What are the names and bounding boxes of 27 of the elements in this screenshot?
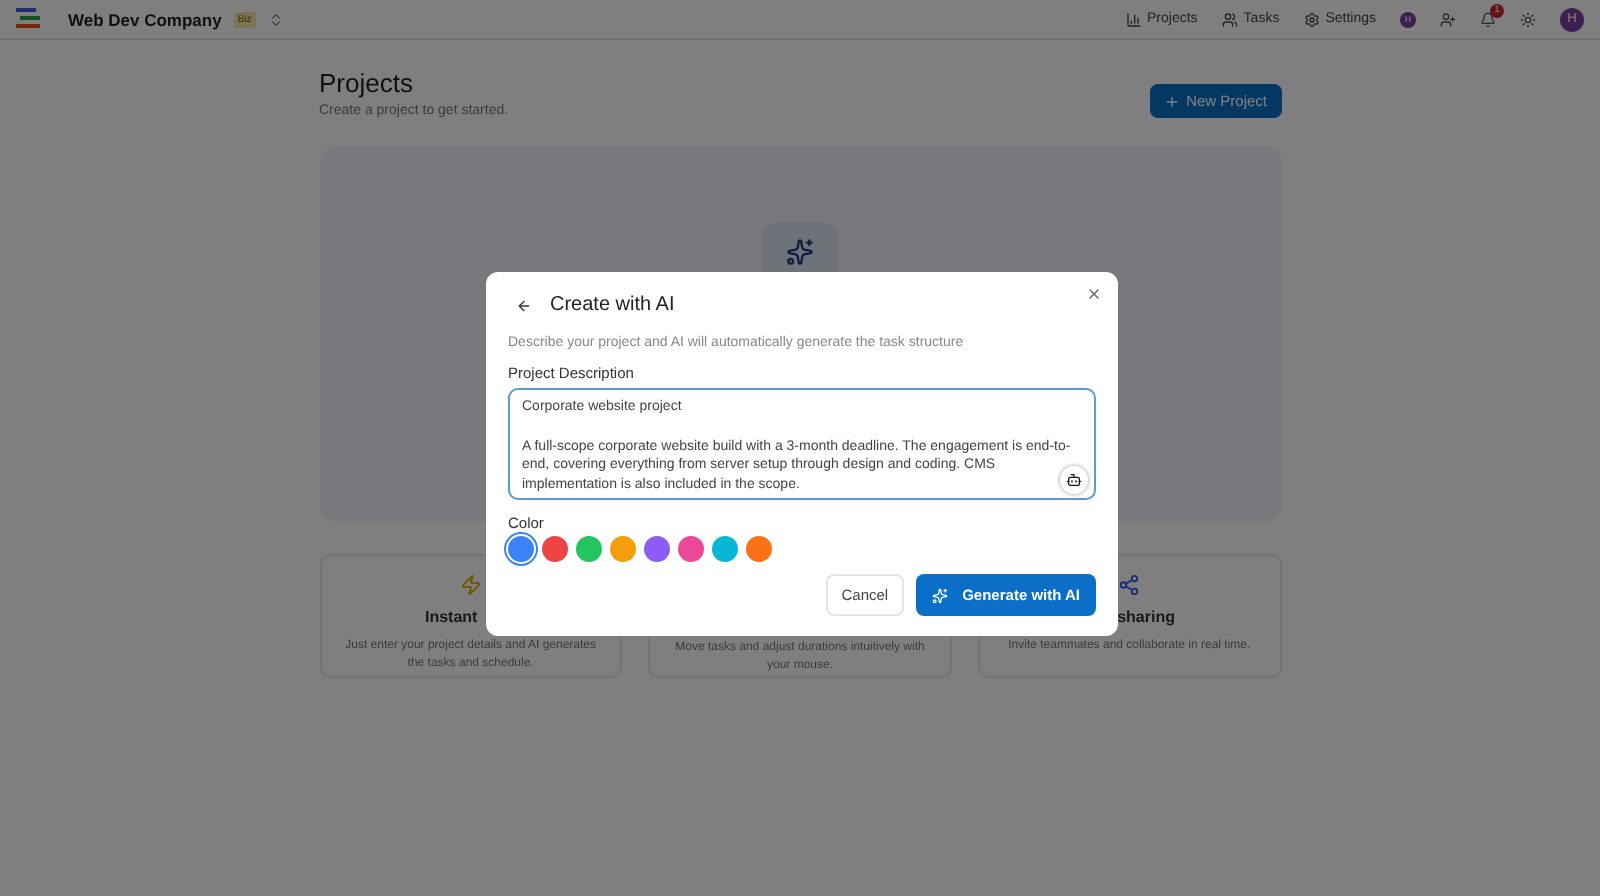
switcher-icon[interactable] [267, 11, 284, 27]
back-icon[interactable] [516, 297, 532, 313]
workspace-name[interactable]: Web Dev Company [68, 9, 222, 29]
color-swatch[interactable] [542, 536, 568, 562]
lightning-icon [459, 574, 482, 596]
color-swatch[interactable] [746, 536, 772, 562]
bell-icon[interactable] [1480, 11, 1496, 27]
plus-icon [1164, 93, 1181, 109]
share-icon [1118, 574, 1141, 596]
users-icon [1221, 11, 1238, 27]
dialog-title: Create with AI [550, 294, 675, 316]
add-user-icon[interactable] [1440, 11, 1456, 27]
color-swatch[interactable] [712, 536, 738, 562]
theme-icon[interactable] [1520, 11, 1536, 27]
color-swatch[interactable] [610, 536, 636, 562]
settings-icon [1303, 11, 1320, 27]
color-swatch[interactable] [678, 536, 704, 562]
color-swatch[interactable] [644, 536, 670, 562]
sparkle-icon [932, 587, 949, 603]
logo-icon[interactable] [16, 7, 44, 31]
close-icon[interactable] [1086, 286, 1102, 302]
chart-icon [1125, 11, 1141, 27]
feature-title: Instant [423, 608, 478, 626]
color-swatch[interactable] [576, 536, 602, 562]
color-swatch[interactable] [508, 536, 534, 562]
page-title: Projects [319, 68, 415, 98]
feature-title: sharing [1117, 608, 1177, 626]
